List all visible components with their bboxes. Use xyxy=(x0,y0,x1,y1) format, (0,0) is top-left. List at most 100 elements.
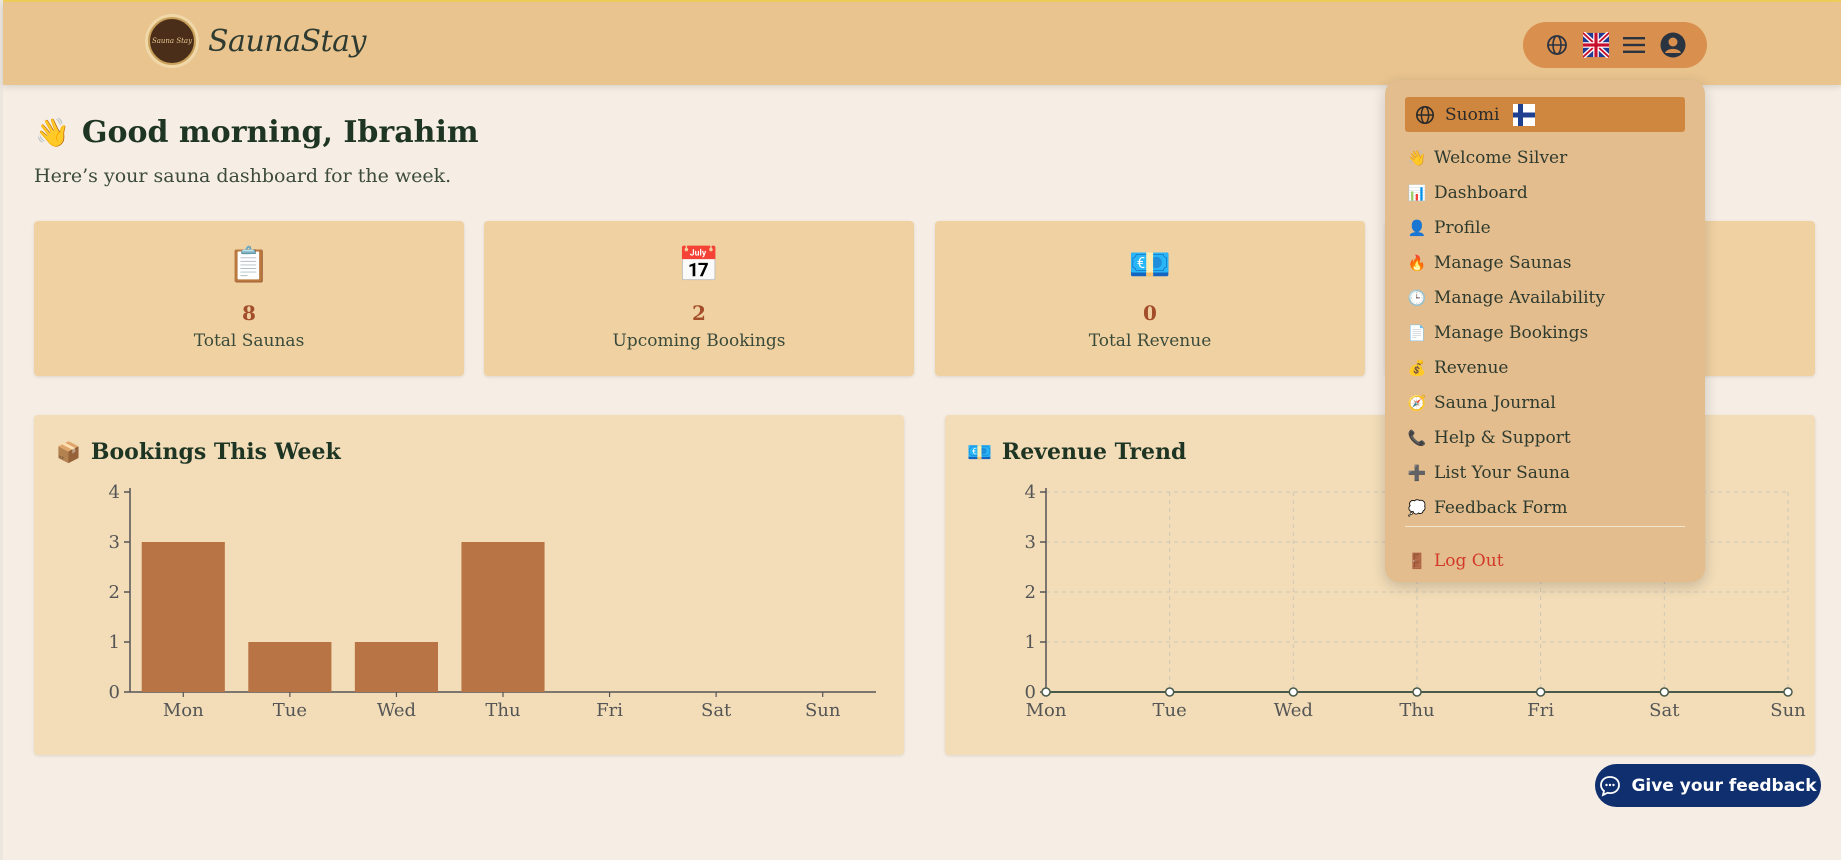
y-tick-label: 0 xyxy=(109,682,120,703)
menu-item-label: Profile xyxy=(1434,217,1491,238)
bar-thu xyxy=(461,542,545,692)
stat-value: 0 xyxy=(1143,301,1157,325)
bar-wed xyxy=(354,642,438,692)
stat-value: 8 xyxy=(242,301,256,325)
menu-item-welcome[interactable]: 👋 Welcome Silver xyxy=(1406,140,1686,175)
data-point-fri xyxy=(1535,687,1546,697)
data-point-wed xyxy=(1288,687,1299,697)
logo-emblem: Sauna Stay xyxy=(148,17,196,65)
menu-item-manage-saunas[interactable]: 🔥 Manage Saunas xyxy=(1406,245,1686,280)
y-tick-label: 2 xyxy=(109,582,120,603)
x-tick-label: Sat xyxy=(701,700,732,721)
chat-bubble-icon xyxy=(1599,775,1621,797)
feedback-button-label: Give your feedback xyxy=(1631,775,1817,796)
menu-item-manage-availability[interactable]: 🕒 Manage Availability xyxy=(1406,280,1686,315)
bookings-chart-panel: 📦 Bookings This Week 0 1 2 3 4 Mon Tue Wed Thu Fr… xyxy=(34,415,904,755)
x-tick-label: Fri xyxy=(596,700,623,721)
x-tick-label: Thu xyxy=(1399,700,1434,721)
bookings-bar-chart: 0 1 2 3 4 Mon Tue Wed Thu Fri Sat Sun xyxy=(109,482,876,721)
top-header: Sauna Stay SaunaStay xyxy=(3,2,1841,85)
user-avatar-icon[interactable] xyxy=(1660,32,1686,58)
menu-item-sauna-journal[interactable]: 🧭 Sauna Journal xyxy=(1406,385,1686,420)
x-tick-label: Mon xyxy=(1026,700,1067,721)
money-bag-icon: 💰 xyxy=(1407,358,1427,377)
clock-icon: 🕒 xyxy=(1407,288,1427,307)
waving-hand-icon: 👋 xyxy=(1407,148,1427,167)
language-option-suomi[interactable]: Suomi xyxy=(1405,97,1685,132)
compass-icon: 🧭 xyxy=(1407,393,1427,412)
menu-item-label: Manage Bookings xyxy=(1434,322,1589,343)
bar-tue xyxy=(248,642,332,692)
page-subtitle: Here’s your sauna dashboard for the week… xyxy=(34,165,452,187)
data-point-sat xyxy=(1659,687,1670,697)
stat-label: Total Saunas xyxy=(193,331,305,351)
stat-card-total-saunas: 📋 8 Total Saunas xyxy=(34,221,464,376)
nav-pill xyxy=(1523,22,1707,68)
left-border xyxy=(0,0,3,860)
y-tick-label: 3 xyxy=(109,532,120,553)
x-tick-label: Fri xyxy=(1527,700,1554,721)
y-tick-label: 2 xyxy=(1025,582,1036,603)
menu-item-label: Dashboard xyxy=(1434,182,1528,203)
document-icon: 📄 xyxy=(1407,323,1427,342)
menu-item-profile[interactable]: 👤 Profile xyxy=(1406,210,1686,245)
x-tick-label: Wed xyxy=(1274,700,1313,721)
language-label: Suomi xyxy=(1445,104,1500,125)
data-point-sun xyxy=(1783,687,1793,697)
menu-item-label: Manage Saunas xyxy=(1434,252,1572,273)
data-point-thu xyxy=(1412,687,1422,697)
x-tick-label: Thu xyxy=(485,700,520,721)
y-tick-label: 4 xyxy=(1025,482,1036,503)
waving-hand-icon: 👋 xyxy=(35,116,70,149)
y-tick-label: 1 xyxy=(1025,632,1036,653)
menu-item-manage-bookings[interactable]: 📄 Manage Bookings xyxy=(1406,315,1686,350)
logout-label: Log Out xyxy=(1434,551,1504,571)
y-tick-label: 4 xyxy=(109,482,120,503)
x-tick-label: Sat xyxy=(1649,700,1680,721)
stat-card-total-revenue: 💶 0 Total Revenue xyxy=(935,221,1365,376)
data-point-tue xyxy=(1164,687,1175,697)
user-menu-dropdown: Suomi 👋 Welcome Silver 📊 Dashboard 👤 Profil… xyxy=(1385,80,1705,582)
calendar-icon: 📅 xyxy=(677,245,721,285)
thought-bubble-icon: 💭 xyxy=(1407,498,1427,517)
menu-item-list-your-sauna[interactable]: ➕ List Your Sauna xyxy=(1406,455,1686,490)
menu-item-label: List Your Sauna xyxy=(1434,462,1570,483)
globe-icon xyxy=(1415,105,1435,125)
menu-item-label: Feedback Form xyxy=(1434,497,1568,518)
stat-value: 2 xyxy=(692,301,706,325)
x-tick-label: Sun xyxy=(1770,700,1806,721)
menu-item-feedback-form[interactable]: 💭 Feedback Form xyxy=(1406,490,1686,525)
hamburger-menu-icon[interactable] xyxy=(1621,32,1647,58)
logo-badge: Sauna Stay xyxy=(145,14,199,68)
globe-icon[interactable] xyxy=(1544,32,1570,58)
page-title: Good morning, Ibrahim xyxy=(81,115,479,150)
menu-item-label: Sauna Journal xyxy=(1434,392,1556,413)
menu-item-label: Revenue xyxy=(1434,357,1509,378)
brand-logo[interactable]: Sauna Stay SaunaStay xyxy=(145,14,366,68)
stat-label: Total Revenue xyxy=(1088,331,1212,351)
stat-label: Upcoming Bookings xyxy=(612,331,786,351)
give-feedback-button[interactable]: Give your feedback xyxy=(1595,764,1821,807)
x-tick-label: Tue xyxy=(273,700,307,721)
data-point-mon xyxy=(1041,687,1051,697)
bar-mon xyxy=(141,542,225,692)
greeting: 👋 Good morning, Ibrahim xyxy=(35,115,479,150)
x-tick-label: Tue xyxy=(1153,700,1187,721)
door-icon: 🚪 xyxy=(1407,552,1427,570)
uk-flag-icon[interactable] xyxy=(1582,32,1609,58)
menu-divider xyxy=(1405,526,1685,527)
clipboard-icon: 📋 xyxy=(227,245,271,285)
y-tick-label: 3 xyxy=(1025,532,1036,553)
menu-item-revenue[interactable]: 💰 Revenue xyxy=(1406,350,1686,385)
menu-items: 👋 Welcome Silver 📊 Dashboard 👤 Profile 🔥 Man… xyxy=(1406,140,1686,525)
x-tick-label: Wed xyxy=(377,700,416,721)
menu-item-help-support[interactable]: 📞 Help & Support xyxy=(1406,420,1686,455)
plus-icon: ➕ xyxy=(1407,463,1427,482)
person-icon: 👤 xyxy=(1407,218,1427,237)
stat-card-upcoming-bookings: 📅 2 Upcoming Bookings xyxy=(484,221,914,376)
menu-item-dashboard[interactable]: 📊 Dashboard xyxy=(1406,175,1686,210)
brand-name: SaunaStay xyxy=(208,23,366,59)
bar-chart-icon: 📊 xyxy=(1407,183,1427,202)
menu-item-label: Manage Availability xyxy=(1434,287,1605,308)
logout-button[interactable]: 🚪 Log Out xyxy=(1406,551,1504,571)
